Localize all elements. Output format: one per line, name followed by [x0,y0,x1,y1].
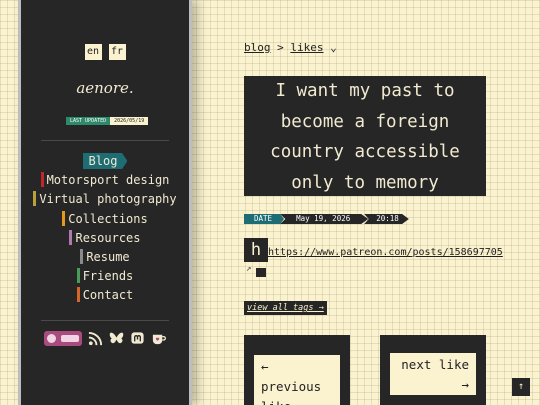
nav-label: Contact [82,288,134,303]
mastodon-icon[interactable] [130,331,145,346]
post-title-line: I want my past to [275,81,455,101]
nav-item-virtual-photography[interactable]: Virtual photography [21,190,189,209]
last-updated-label: LAST UPDATED [66,117,111,125]
next-label: next like [401,357,469,372]
lang-fr-button[interactable]: fr [108,44,126,60]
sidebar: en fr aenore. LAST UPDATED 2026/05/19 Bl… [18,0,192,405]
nav-item-friends[interactable]: Friends [21,267,189,286]
back-to-top-button[interactable]: ↑ [512,378,530,396]
previous-label-2: like [261,397,333,405]
nav-color-bar [62,210,66,226]
link-favicon-icon: h [244,238,268,262]
main-nav: Blog Motorsport design Virtual photograp… [21,152,189,306]
post-date-meta: DATE May 19, 2026 20:18 [244,214,409,224]
post-title-line: country accessible [270,142,460,162]
previous-like-button[interactable]: ← previous like [254,355,340,405]
nav-label: Friends [82,269,134,284]
nav-item-motorsport-design[interactable]: Motorsport design [21,171,189,190]
coffee-icon[interactable] [151,331,166,346]
square-icon [256,268,266,277]
ko-fi-icon[interactable] [44,331,82,346]
nav-item-blog[interactable]: Blog [21,152,189,171]
post-title: I want my past to become a foreign count… [244,76,486,196]
nav-label: Resources [75,230,141,245]
next-like-button[interactable]: next like → [390,353,476,395]
time-value: 20:18 [364,214,409,224]
rss-icon[interactable] [88,331,103,346]
nav-color-bar [69,229,73,245]
next-like-card[interactable]: next like → [380,335,486,405]
arrow-right-icon: → [461,377,469,392]
nav-color-bar [40,172,44,188]
lang-en-button[interactable]: en [84,44,102,60]
last-updated-badge: LAST UPDATED 2026/05/19 [66,117,149,125]
nav-item-resources[interactable]: Resources [21,229,189,248]
previous-label: previous [261,379,322,394]
last-updated-value: 2026/05/19 [110,117,149,125]
breadcrumb-likes-link[interactable]: likes [290,41,323,54]
nav-item-contact[interactable]: Contact [21,286,189,305]
patreon-link[interactable]: https://www.patreon.com/posts/158697705 [268,247,503,258]
post-title-line: become a foreign [280,111,450,132]
nav-color-bar [76,268,80,284]
nav-label: Blog [82,153,128,169]
divider [41,140,169,141]
nav-item-collections[interactable]: Collections [21,210,189,229]
language-switcher: en fr [21,44,189,60]
date-value: May 19, 2026 [280,214,369,224]
nav-item-resume[interactable]: Resume [21,248,189,267]
nav-label: Resume [86,249,130,264]
nav-label: Collections [68,211,148,226]
nav-color-bar [80,248,84,264]
site-logo[interactable]: aenore. [21,79,189,97]
nav-label: Virtual photography [39,192,177,207]
external-link-icon: ↗ [246,264,252,274]
chevron-down-icon[interactable]: ⌄ [330,41,337,54]
arrow-left-icon: ← [261,359,269,374]
breadcrumb-separator: > [277,41,284,54]
breadcrumb-blog-link[interactable]: blog [244,41,271,54]
bluesky-icon[interactable] [109,331,124,346]
nav-color-bar [76,287,80,303]
breadcrumb: blog > likes ⌄ [244,41,337,54]
date-label: DATE [244,214,285,224]
social-links [21,331,189,346]
post-title-line: only to memory [291,172,439,193]
nav-color-bar [33,191,37,207]
nav-label: Motorsport design [46,173,170,188]
previous-like-card[interactable]: ← previous like [244,335,350,405]
view-all-tags-link[interactable]: view all tags → [244,301,327,315]
divider [41,320,169,321]
